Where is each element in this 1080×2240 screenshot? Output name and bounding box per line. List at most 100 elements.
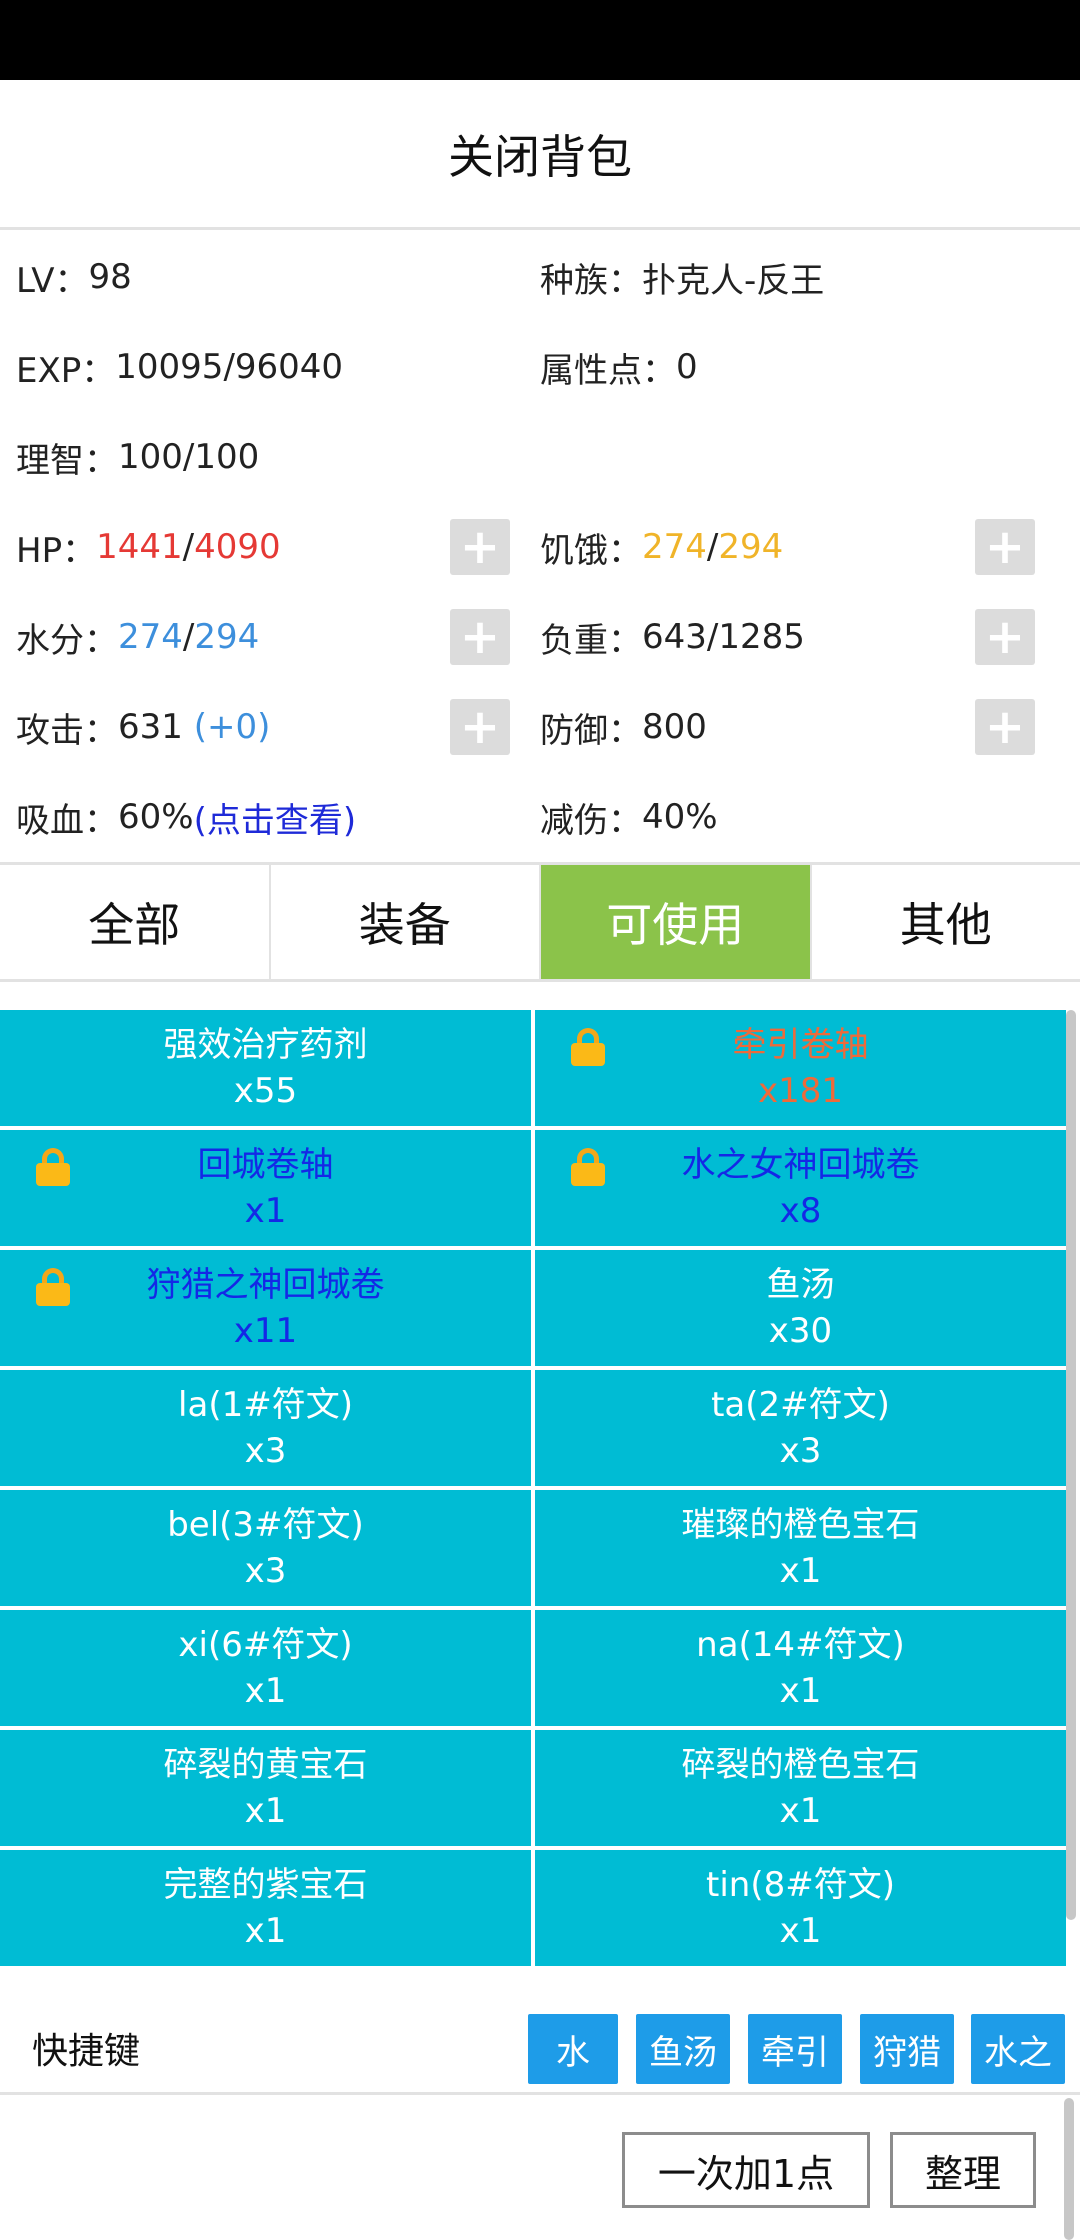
hotkey-hunt[interactable]: 狩猎	[860, 2014, 954, 2084]
inventory-item[interactable]: xi(6#符文) x1	[0, 1610, 531, 1726]
stat-value: 10095/96040	[115, 347, 344, 387]
hotkey-fish-soup[interactable]: 鱼汤	[636, 2014, 730, 2084]
stat-row-4: HP： 1441 / 4090 + 饥饿： 274 / 294 +	[0, 502, 1080, 592]
plus-icon: +	[984, 609, 1026, 665]
item-name: 回城卷轴	[197, 1145, 334, 1185]
tab-equipment[interactable]: 装备	[270, 865, 541, 979]
item-list[interactable]: 强效治疗药剂 x55 牵引卷轴 x181 回城卷轴 x1 水之女神回城卷 x8 狩猎之神回城卷 x…	[0, 1010, 1080, 2000]
tab-other[interactable]: 其他	[811, 865, 1080, 979]
water-current: 274	[118, 617, 183, 657]
footer-scrollbar[interactable]	[1064, 2098, 1074, 2240]
item-count: x1	[779, 1671, 822, 1711]
tab-all[interactable]: 全部	[0, 865, 271, 979]
plus-icon: +	[459, 699, 501, 755]
item-name: tin(8#符文)	[706, 1865, 895, 1905]
stat-row-3: 理智： 100/100	[0, 412, 1080, 502]
stat-label: 攻击：	[16, 710, 118, 751]
inventory-item[interactable]: 完整的紫宝石 x1	[0, 1850, 531, 1966]
item-name: la(1#符文)	[178, 1385, 353, 1425]
item-count: x55	[233, 1071, 298, 1111]
item-count: x30	[768, 1311, 833, 1351]
item-count: x3	[244, 1431, 287, 1471]
page-title[interactable]: 关闭背包	[448, 121, 632, 187]
stat-label: 防御：	[540, 710, 642, 751]
inventory-item[interactable]: na(14#符文) x1	[535, 1610, 1066, 1726]
stat-label: EXP：	[16, 350, 116, 391]
tab-usable[interactable]: 可使用	[541, 865, 812, 979]
item-count: x1	[244, 1911, 287, 1951]
hotkey-traction[interactable]: 牵引	[748, 2014, 842, 2084]
plus-icon: +	[984, 519, 1026, 575]
inventory-item[interactable]: 牵引卷轴 x181	[535, 1010, 1066, 1126]
sort-button[interactable]: 整理	[890, 2132, 1036, 2208]
item-name: 强效治疗药剂	[163, 1025, 368, 1065]
hotkey-water-goddess[interactable]: 水之	[971, 2014, 1065, 2084]
stat-label: 减伤：	[540, 800, 642, 841]
inventory-item[interactable]: 水之女神回城卷 x8	[535, 1130, 1066, 1246]
inventory-item[interactable]: 强效治疗药剂 x55	[0, 1010, 531, 1126]
stat-hp: HP： 1441 / 4090	[16, 502, 516, 592]
inventory-item[interactable]: la(1#符文) x3	[0, 1370, 531, 1486]
hp-max: 4090	[194, 527, 281, 567]
stat-value: 40%	[642, 797, 718, 837]
item-name: 鱼汤	[766, 1265, 835, 1305]
close-bag-header[interactable]: 关闭背包	[0, 80, 1080, 230]
stat-attack: 攻击： 631 (+0)	[16, 682, 516, 772]
hp-plus-button[interactable]: +	[450, 519, 510, 575]
load-plus-button[interactable]: +	[975, 609, 1035, 665]
item-name: bel(3#符文)	[167, 1505, 364, 1545]
water-max: 294	[194, 617, 260, 657]
inventory-item[interactable]: 璀璨的橙色宝石 x1	[535, 1490, 1066, 1606]
stat-load: 负重： 643/1285	[540, 592, 960, 682]
plus-icon: +	[984, 699, 1026, 755]
item-list-scrollbar[interactable]	[1066, 1010, 1076, 1920]
inventory-item[interactable]: 鱼汤 x30	[535, 1250, 1066, 1366]
item-name: 牵引卷轴	[732, 1025, 869, 1065]
item-name: xi(6#符文)	[178, 1625, 353, 1665]
defense-plus-button[interactable]: +	[975, 699, 1035, 755]
inventory-item[interactable]: 回城卷轴 x1	[0, 1130, 531, 1246]
stat-label: 种族：	[540, 260, 642, 301]
item-count: x3	[244, 1551, 287, 1591]
item-grid: 强效治疗药剂 x55 牵引卷轴 x181 回城卷轴 x1 水之女神回城卷 x8 狩猎之神回城卷 x…	[0, 1010, 1066, 1966]
lifesteal-detail-link[interactable]: (点击查看)	[194, 793, 357, 842]
add-one-point-button[interactable]: 一次加1点	[622, 2132, 870, 2208]
stat-row-2: EXP： 10095/96040 属性点： 0	[0, 322, 1080, 412]
inventory-item[interactable]: 碎裂的黄宝石 x1	[0, 1730, 531, 1846]
stat-value: 扑克人-反王	[642, 260, 825, 301]
stat-sanity: 理智： 100/100	[16, 412, 516, 502]
stat-lifesteal: 吸血： 60% (点击查看)	[16, 772, 516, 862]
stat-label: HP：	[16, 530, 97, 571]
stat-hunger: 饥饿： 274 / 294	[540, 502, 960, 592]
lock-icon	[571, 1148, 605, 1186]
hotkey-water[interactable]: 水	[528, 2014, 618, 2084]
item-count: x8	[779, 1191, 822, 1231]
lock-icon	[571, 1028, 605, 1066]
hunger-max: 294	[718, 527, 784, 567]
hunger-plus-button[interactable]: +	[975, 519, 1035, 575]
item-name: 碎裂的黄宝石	[163, 1745, 368, 1785]
item-count: x1	[244, 1671, 287, 1711]
stat-label: 水分：	[16, 620, 118, 661]
stat-value: 98	[88, 257, 132, 297]
inventory-item[interactable]: tin(8#符文) x1	[535, 1850, 1066, 1966]
stat-label: 属性点：	[540, 350, 676, 391]
plus-icon: +	[459, 519, 501, 575]
inventory-item[interactable]: 碎裂的橙色宝石 x1	[535, 1730, 1066, 1846]
item-name: na(14#符文)	[696, 1625, 905, 1665]
stat-value: 100/100	[118, 437, 260, 477]
item-name: 璀璨的橙色宝石	[681, 1505, 920, 1545]
inventory-item[interactable]: 狩猎之神回城卷 x11	[0, 1250, 531, 1366]
plus-icon: +	[459, 609, 501, 665]
item-count: x1	[244, 1791, 287, 1831]
inventory-item[interactable]: bel(3#符文) x3	[0, 1490, 531, 1606]
item-name: 碎裂的橙色宝石	[681, 1745, 920, 1785]
attack-plus-button[interactable]: +	[450, 699, 510, 755]
stat-label: 吸血：	[16, 800, 118, 841]
stat-label: 理智：	[16, 440, 118, 481]
stat-row-1: LV： 98 种族： 扑克人-反王	[0, 232, 1080, 322]
inventory-item[interactable]: ta(2#符文) x3	[535, 1370, 1066, 1486]
stat-row-5: 水分： 274 / 294 + 负重： 643/1285 +	[0, 592, 1080, 682]
water-plus-button[interactable]: +	[450, 609, 510, 665]
item-name: ta(2#符文)	[711, 1385, 890, 1425]
